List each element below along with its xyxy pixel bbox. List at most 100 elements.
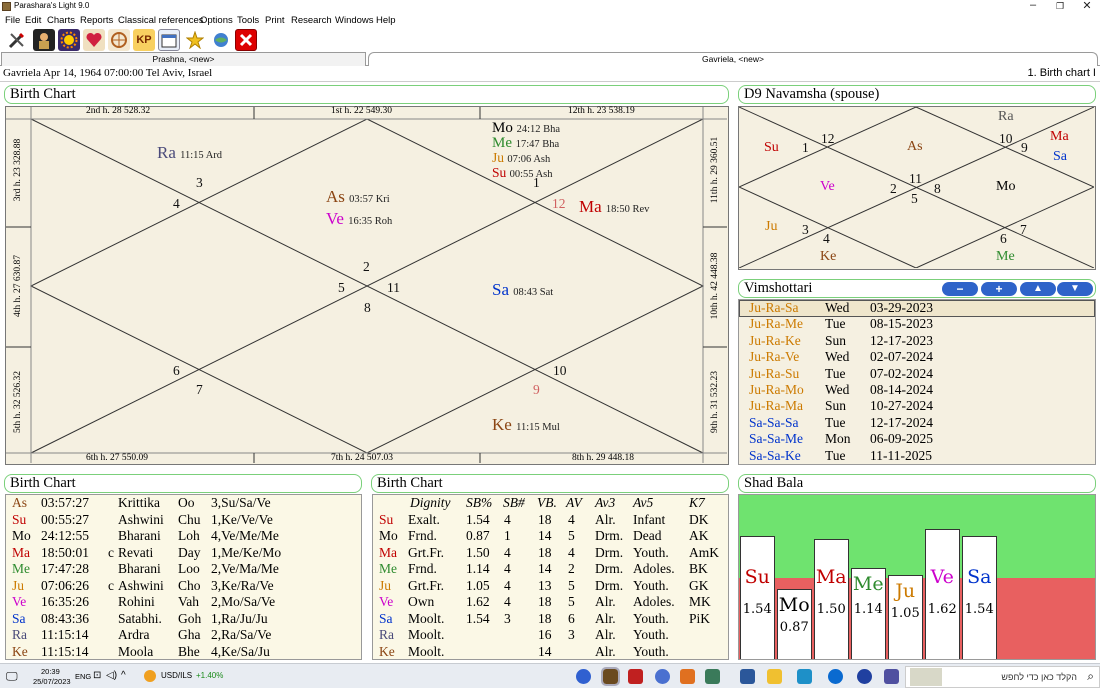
nav-planet-sun[interactable]: Su (764, 140, 779, 156)
menu-help[interactable]: Help (376, 15, 396, 26)
menu-research[interactable]: Research (291, 15, 332, 26)
house-label-2: 2nd h. 28 528.32 (86, 106, 151, 116)
app-icon-6[interactable] (705, 669, 720, 684)
task-view-icon[interactable] (884, 669, 899, 684)
volume-icon[interactable]: ◁) (106, 670, 117, 681)
monitor-icon[interactable]: 🖵 (6, 669, 18, 684)
nav-planet-mercury[interactable]: Me (996, 249, 1015, 265)
expand-button[interactable]: + (981, 282, 1017, 296)
menu-file[interactable]: File (5, 15, 20, 26)
planet-ascendant[interactable]: As 03:57 Kri (326, 187, 390, 207)
word-icon[interactable] (740, 669, 755, 684)
house-label-6: 6th h. 27 550.09 (86, 453, 149, 463)
planet-ketu[interactable]: Ke 11:15 Mul (492, 415, 560, 435)
menu-tools[interactable]: Tools (237, 15, 259, 26)
file-explorer-icon[interactable] (767, 669, 782, 684)
navamsha-lines (739, 107, 1094, 268)
edge-icon[interactable] (828, 669, 843, 684)
menu-charts[interactable]: Charts (47, 15, 75, 26)
calendar-icon[interactable] (158, 29, 180, 51)
sun-icon[interactable] (58, 29, 80, 51)
heart-icon[interactable] (83, 29, 105, 51)
coin-icon (144, 670, 156, 682)
menu-print[interactable]: Print (265, 15, 285, 26)
shad-bala-bar-ve[interactable]: Ve 1.62 (925, 529, 960, 659)
network-icon[interactable]: ⊡ (93, 670, 101, 681)
shad-bala-value: 0.87 (779, 620, 809, 636)
collapse-button[interactable]: − (942, 282, 978, 296)
shad-bala-chart: Su 1.54 Mo 0.87 Ma 1.50 Me 1.14 Ju 1.05 Ve 1.62 Sa 1.… (738, 494, 1096, 660)
menu-edit[interactable]: Edit (25, 15, 41, 26)
nav-planet-jupiter[interactable]: Ju (765, 219, 777, 235)
nav-planet-saturn[interactable]: Sa (1053, 149, 1067, 165)
nav-planet-ascendant[interactable]: As (907, 139, 923, 155)
planet-jupiter[interactable]: Ju 07:06 Ash (492, 150, 550, 166)
planet-venus[interactable]: Ve 16:35 Roh (326, 209, 392, 229)
scroll-up-button[interactable]: ▲ (1020, 282, 1056, 296)
shad-bala-bar-ma[interactable]: Ma 1.50 (814, 539, 849, 659)
clock-date: 25/07/2023 (33, 677, 71, 686)
navamsha-diagram[interactable]: 12 1 11 2 8 5 10 9 3 4 7 6 Ra Ma Sa Su A… (738, 106, 1096, 270)
tools-icon[interactable] (6, 29, 28, 51)
birth-table: As 03:57:27 Krittika Oo 3,Su/Sa/Ve Su 00:55:2… (5, 494, 362, 660)
shad-bala-bar-su[interactable]: Su 1.54 (740, 535, 775, 659)
store-icon[interactable] (797, 669, 812, 684)
minimize-button[interactable]: – (1018, 0, 1048, 11)
house-number-5: 5 (338, 280, 345, 295)
shad-bala-bar-me[interactable]: Me 1.14 (851, 567, 886, 659)
menu-options[interactable]: Options (200, 15, 233, 26)
menu-classical-references[interactable]: Classical references (118, 15, 204, 26)
ticker-change: +1.40% (196, 671, 224, 680)
nav-house-7: 7 (1020, 222, 1027, 237)
globe-icon[interactable] (210, 29, 232, 51)
app-icon (2, 2, 11, 11)
compass-icon[interactable] (108, 29, 130, 51)
shad-bala-bar-mo[interactable]: Mo 0.87 (777, 589, 812, 659)
tab-bar: Prashna, <new> Gavriela, <new> (0, 52, 1100, 66)
tab-prashna[interactable]: Prashna, <new> (1, 52, 366, 66)
search-box[interactable]: הקלד כאן כדי לחפש ⌕ (905, 666, 1100, 688)
acrobat-icon[interactable] (628, 669, 643, 684)
nav-planet-moon[interactable]: Mo (996, 179, 1015, 195)
office-icon[interactable] (680, 669, 695, 684)
star-icon[interactable] (184, 29, 206, 51)
shad-bala-value: 1.14 (853, 601, 883, 617)
language-indicator[interactable]: ENG (75, 672, 91, 681)
nav-planet-venus[interactable]: Ve (820, 179, 835, 195)
parashara-app-icon[interactable] (601, 667, 620, 686)
chrome-icon[interactable] (576, 669, 591, 684)
scroll-down-button[interactable]: ▼ (1057, 282, 1093, 296)
shad-bala-bar-ju[interactable]: Ju 1.05 (888, 575, 923, 659)
planet-saturn[interactable]: Sa 08:43 Sat (492, 280, 553, 300)
nav-house-8: 8 (934, 181, 941, 196)
close-window-button[interactable]: ✕ (1072, 0, 1100, 12)
person-icon[interactable] (33, 29, 55, 51)
firefox-icon[interactable] (655, 669, 670, 684)
nav-planet-ketu[interactable]: Ke (820, 249, 836, 265)
shad-bala-planet-label: Su (744, 565, 770, 588)
close-red-icon[interactable] (235, 29, 257, 51)
house-number-2: 2 (363, 259, 370, 274)
vimshottari-title-text: Vimshottari (744, 280, 813, 296)
shad-bala-planet-label: Ju (895, 580, 916, 602)
navamsha-title: D9 Navamsha (spouse) (738, 85, 1096, 104)
planet-sun[interactable]: Su 00:55 Ash (492, 165, 553, 181)
menu-reports[interactable]: Reports (80, 15, 113, 26)
nav-planet-rahu[interactable]: Ra (998, 109, 1014, 125)
kp-icon[interactable]: KP (133, 29, 155, 51)
zebra-image-icon (910, 668, 942, 686)
chevron-up-icon[interactable]: ^ (121, 670, 126, 681)
birth-chart-diagram[interactable]: 2nd h. 28 528.32 1st h. 22 549.30 12th h… (5, 106, 729, 465)
planet-rahu[interactable]: Ra 11:15 Ard (157, 143, 222, 163)
nav-planet-mars[interactable]: Ma (1050, 129, 1069, 145)
house-label-4: 4th h. 27 630.87 (13, 255, 23, 318)
planet-mars[interactable]: Ma 18:50 Rev (579, 197, 649, 217)
ticker-symbol[interactable]: USD/ILS (161, 671, 192, 680)
vimshottari-list[interactable]: Ju-Ra-Sa Wed 03-29-2023 Ju-Ra-Me Tue 08-15-2… (738, 299, 1096, 465)
clock-time: 20:39 (41, 667, 60, 676)
tab-gavriela[interactable]: Gavriela, <new> (368, 52, 1098, 66)
menu-windows[interactable]: Windows (335, 15, 374, 26)
maximize-button[interactable]: ❐ (1045, 1, 1075, 12)
chat-icon[interactable] (857, 669, 872, 684)
shad-bala-bar-sa[interactable]: Sa 1.54 (962, 535, 997, 659)
